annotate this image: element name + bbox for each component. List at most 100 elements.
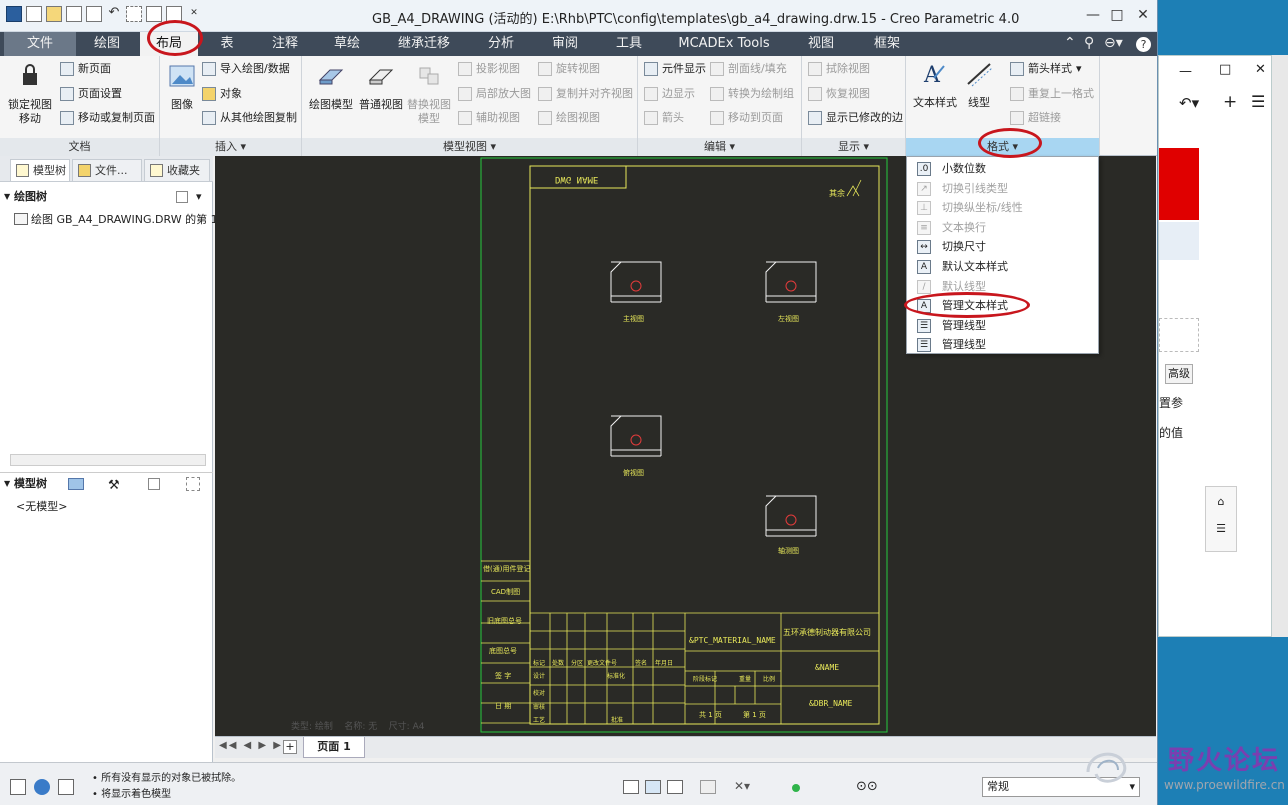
bg-advanced-button[interactable]: 高级	[1165, 364, 1193, 384]
app-icon[interactable]	[6, 6, 22, 22]
open-folder-icon[interactable]	[46, 6, 62, 22]
zoom-icon[interactable]	[623, 780, 639, 794]
tree-filter-icon[interactable]	[186, 477, 200, 491]
arrow-button[interactable]: 箭头	[644, 109, 684, 127]
arrow-style-button[interactable]: 箭头样式 ▾	[1010, 60, 1082, 78]
save-icon[interactable]	[66, 6, 82, 22]
bg-add-icon[interactable]: +	[1223, 92, 1237, 112]
bg-menu-icon[interactable]: ☰	[1251, 92, 1265, 111]
new-file-icon[interactable]	[26, 6, 42, 22]
tab-files[interactable]: 文件...	[72, 159, 142, 181]
move-copy-page-button[interactable]: 移动或复制页面	[60, 109, 155, 127]
hyperlink-button[interactable]: 超链接	[1010, 109, 1061, 127]
group-insert-footer[interactable]: 插入 ▾	[160, 138, 301, 156]
line-style-button[interactable]: 线型	[960, 60, 998, 110]
image-button[interactable]: 图像	[164, 62, 200, 112]
tab-mcadex[interactable]: MCADEx Tools	[662, 32, 786, 56]
tab-model-tree[interactable]: 模型树	[10, 159, 70, 181]
help-dropdown-icon[interactable]: ⊖▾	[1104, 35, 1123, 51]
drawing-tree-header[interactable]: ▼ 绘图树 ▾	[0, 186, 213, 208]
tree-settings-icon[interactable]	[176, 191, 188, 203]
bg-maximize-icon[interactable]: □	[1219, 62, 1231, 77]
status-globe-icon[interactable]	[34, 779, 50, 795]
page-tab-1[interactable]: 页面 1	[303, 737, 365, 758]
repeat-last-format-button[interactable]: 重复上一格式	[1010, 85, 1094, 103]
drawing-tree-item[interactable]: 绘图 GB_A4_DRAWING.DRW 的第 1 页	[14, 211, 232, 227]
object-button[interactable]: 对象	[202, 85, 242, 103]
general-view-button[interactable]: 普通视图	[356, 62, 406, 112]
tab-table[interactable]: 表	[202, 32, 252, 56]
revolved-view-button[interactable]: 旋转视图	[538, 60, 600, 78]
menu-manage-line-styles[interactable]: ☰ 管理线型	[907, 316, 1098, 336]
menu-manage-line-fonts[interactable]: ☰ 管理线型	[907, 335, 1098, 355]
annotation-display-icon[interactable]: ✕▾	[734, 779, 750, 793]
group-edit-footer[interactable]: 编辑 ▾	[638, 138, 801, 156]
close-window-icon[interactable]: ✕	[186, 6, 202, 22]
tree-columns-icon[interactable]	[148, 478, 160, 490]
close-button[interactable]: ✕	[1130, 4, 1156, 26]
group-display-footer[interactable]: 显示 ▾	[802, 138, 905, 156]
group-model-views-footer[interactable]: 模型视图 ▾	[302, 138, 637, 156]
tab-legacy[interactable]: 继承迁移	[380, 32, 468, 56]
replace-view-button[interactable]: 替换视图 模型	[404, 62, 454, 126]
collapse-ribbon-icon[interactable]: ⌃	[1064, 35, 1076, 51]
bg-up-icon[interactable]: ⌂	[1206, 495, 1236, 508]
menu-toggle-dimension[interactable]: ↔ 切换尺寸	[907, 237, 1098, 257]
display-style-icon[interactable]	[667, 780, 683, 794]
lock-view-move-button[interactable]: 锁定视图 移动	[6, 62, 54, 126]
regenerate-icon[interactable]	[146, 6, 162, 22]
tree-tools-icon[interactable]: ⚒	[108, 475, 120, 497]
help-icon[interactable]: ?	[1136, 37, 1151, 52]
tab-sketch[interactable]: 草绘	[318, 32, 376, 56]
tab-analysis[interactable]: 分析	[472, 32, 530, 56]
menu-default-text-style[interactable]: A 默认文本样式	[907, 257, 1098, 277]
auxiliary-view-button[interactable]: 辅助视图	[458, 109, 520, 127]
binoculars-icon[interactable]: ⊙⊙	[856, 779, 878, 794]
bg-list-icon[interactable]: ☰	[1206, 522, 1236, 535]
background-scrollbar[interactable]	[1272, 55, 1288, 637]
tab-drawing[interactable]: 绘图	[78, 32, 136, 56]
element-display-button[interactable]: 元件显示	[644, 60, 706, 78]
bg-close-icon[interactable]: ✕	[1255, 62, 1266, 77]
erase-view-button[interactable]: 拭除视图	[808, 60, 870, 78]
tab-view[interactable]: 视图	[790, 32, 852, 56]
tab-frame[interactable]: 框架	[856, 32, 918, 56]
section-line-button[interactable]: 剖面线/填充	[710, 60, 787, 78]
bg-undo-icon[interactable]: ↶▾	[1179, 94, 1199, 112]
chevron-down-icon[interactable]: ▾	[196, 186, 202, 208]
horizontal-scrollbar[interactable]	[10, 454, 206, 466]
minimize-button[interactable]: —	[1080, 4, 1106, 26]
tab-file[interactable]: 文件	[4, 32, 76, 56]
saved-orientation-icon[interactable]	[700, 780, 716, 794]
move-to-page-button[interactable]: 移动到页面	[710, 109, 783, 127]
restore-view-button[interactable]: 恢复视图	[808, 85, 870, 103]
bg-minimize-icon[interactable]: —	[1179, 64, 1192, 79]
select-box-icon[interactable]	[126, 6, 142, 22]
tab-tools[interactable]: 工具	[600, 32, 658, 56]
menu-decimal-places[interactable]: .0 小数位数	[907, 159, 1098, 179]
page-nav-arrows[interactable]: ◀◀ ◀ ▶ ▶▶	[219, 740, 293, 751]
print-icon[interactable]	[86, 6, 102, 22]
maximize-button[interactable]: □	[1104, 4, 1130, 26]
drawing-view-button[interactable]: 绘图视图	[538, 109, 600, 127]
detail-view-button[interactable]: 局部放大图	[458, 85, 531, 103]
copy-align-view-button[interactable]: 复制并对齐视图	[538, 85, 633, 103]
show-modified-edges-button[interactable]: 显示已修改的边	[808, 109, 903, 127]
repaint-icon[interactable]	[645, 780, 661, 794]
convert-draft-button[interactable]: 转换为绘制组	[710, 85, 794, 103]
tab-review[interactable]: 审阅	[534, 32, 596, 56]
menu-text-wrap[interactable]: ≡ 文本换行	[907, 218, 1098, 238]
general-model-button[interactable]: 绘图模型	[306, 62, 356, 112]
copy-from-drawing-button[interactable]: 从其他绘图复制	[202, 109, 297, 127]
import-drawing-button[interactable]: 导入绘图/数据	[202, 60, 290, 78]
menu-toggle-leader-type[interactable]: ↗ 切换引线类型	[907, 179, 1098, 199]
undo-icon[interactable]: ↶	[106, 6, 122, 22]
tab-annotate[interactable]: 注释	[256, 32, 314, 56]
new-page-button[interactable]: 新页面	[60, 60, 111, 78]
model-tree-header[interactable]: ▼ 模型树 ⚒	[0, 472, 213, 494]
search-icon[interactable]: ⚲	[1084, 35, 1094, 51]
edge-display-button[interactable]: 边显示	[644, 85, 695, 103]
page-setup-button[interactable]: 页面设置	[60, 85, 122, 103]
status-window-icon[interactable]	[58, 779, 74, 795]
menu-toggle-ordinate[interactable]: ⊥ 切换纵坐标/线性	[907, 198, 1098, 218]
